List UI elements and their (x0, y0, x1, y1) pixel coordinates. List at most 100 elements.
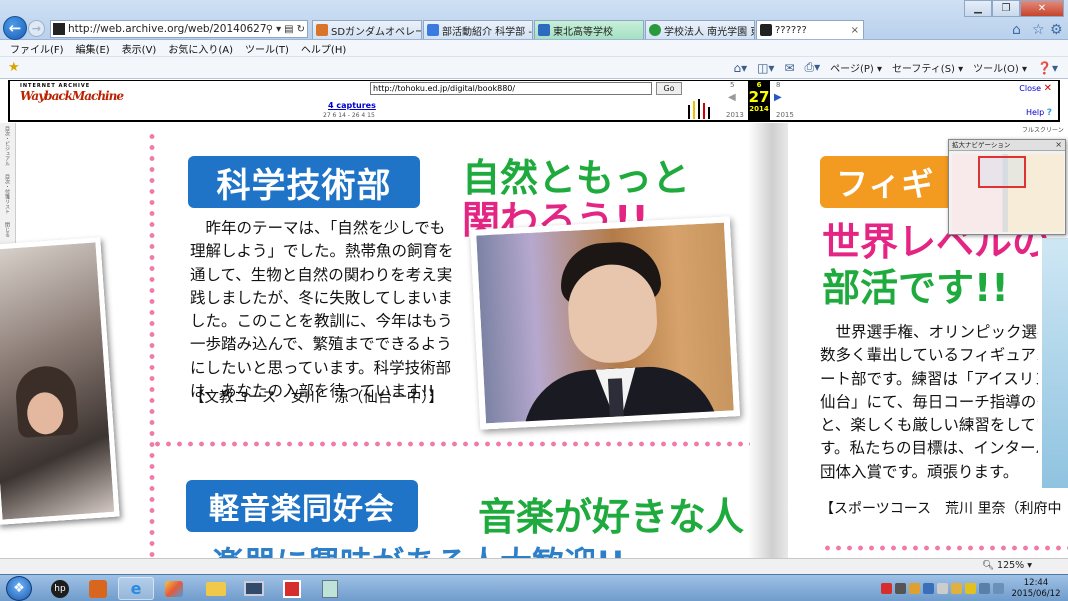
wayback-url-input[interactable]: http://tohoku.ed.jp/digital/book880/ (370, 82, 652, 95)
tray-app-icon[interactable] (937, 583, 948, 594)
wayback-close-link[interactable]: Close ✕ (1019, 83, 1052, 94)
taskbar-hp-app[interactable]: hp (42, 577, 78, 600)
dotted-divider-vertical (149, 131, 155, 558)
network-icon[interactable] (979, 583, 990, 594)
fullscreen-button[interactable]: フルスクリーン (1022, 125, 1064, 134)
club-members-photo (0, 237, 120, 525)
ime-icon[interactable] (895, 583, 906, 594)
menu-tools[interactable]: ツール(T) (245, 41, 289, 56)
taskbar: ❖ hp e 12:44 2015/06/12 (0, 574, 1068, 601)
skater-photo (1038, 238, 1068, 488)
menu-favorites[interactable]: お気に入り(A) (168, 41, 233, 56)
tab-sd-gundam[interactable]: SDガンダムオペレー... (312, 20, 422, 39)
tab-active[interactable]: ?????? × (756, 20, 864, 39)
forward-button[interactable]: → (28, 20, 45, 37)
side-tab-bookmark-list[interactable]: 目次・付箋リスト (4, 174, 11, 219)
tab-close-icon[interactable]: × (851, 25, 859, 36)
help-icon[interactable]: ❓▾ (1037, 61, 1058, 75)
mail-icon[interactable]: ✉ (784, 61, 794, 75)
zoom-level[interactable]: 🔍︎ 125% ▾ (982, 560, 1032, 571)
flag-icon[interactable] (965, 583, 976, 594)
current-capture-date: 6 27 2014 (748, 81, 770, 121)
nav-panel-thumbnail[interactable] (952, 154, 1064, 232)
student-portrait-photo (469, 216, 741, 430)
home-icon[interactable]: ⌂ (1012, 22, 1021, 38)
zoom-navigation-panel[interactable]: 拡大ナビゲーション × (948, 139, 1066, 235)
taskbar-media-app[interactable] (236, 577, 272, 600)
menu-edit[interactable]: 編集(E) (76, 41, 110, 56)
prev-year[interactable]: 2013 (726, 111, 744, 119)
menu-help[interactable]: ヘルプ(H) (301, 41, 346, 56)
nav-panel-close-icon[interactable]: × (1055, 140, 1062, 149)
tab-favicon-icon (538, 24, 550, 36)
add-favorites-star-icon[interactable]: ★ (8, 60, 20, 75)
club-label-science: 科学技術部 (188, 156, 420, 208)
side-tab-visual-index[interactable]: 目次・ビジュアル (4, 126, 11, 171)
club-subline-light-music: 楽器に興味がある人大歓迎!! (212, 538, 625, 558)
google-favicon-icon (427, 24, 439, 36)
taskbar-red-app[interactable] (274, 577, 310, 600)
prev-capture-arrow-icon[interactable]: ◀ (728, 92, 736, 103)
safety-menu[interactable]: セーフティ(S) ▾ (892, 60, 963, 75)
taskbar-paint-app[interactable] (156, 577, 192, 600)
address-input[interactable]: http://web.archive.org/web/2014062712224 (68, 23, 266, 35)
volume-icon[interactable] (993, 583, 1004, 594)
dotted-divider-horizontal-right (822, 545, 1068, 551)
tab-tohoku-school[interactable]: 東北高等学校 (534, 20, 644, 39)
dropdown-icon[interactable]: ▾ (276, 24, 281, 35)
menu-view[interactable]: 表示(V) (122, 41, 157, 56)
taskbar-document-app[interactable] (312, 577, 348, 600)
arrow-left-icon: ← (8, 19, 22, 37)
tray-app-icon[interactable] (881, 583, 892, 594)
tray-app-icon[interactable] (951, 583, 962, 594)
window-controls: ▁ ❐ ✕ (964, 0, 1064, 17)
refresh-icon[interactable]: ↻ (297, 24, 305, 35)
next-year[interactable]: 2015 (776, 111, 794, 119)
capture-sparkline[interactable] (686, 99, 712, 119)
minimize-button[interactable]: ▁ (964, 0, 992, 17)
tab-nanko-gakuen[interactable]: 学校法人 南光学園 東... (645, 20, 755, 39)
rss-feed-icon[interactable]: ◫▾ (757, 61, 774, 75)
nav-viewport-frame[interactable] (978, 156, 1026, 188)
next-capture-arrow-icon[interactable]: ▶ (774, 92, 782, 103)
gear-icon[interactable]: ⚙ (1050, 22, 1063, 38)
home-icon[interactable]: ⌂▾ (733, 61, 747, 75)
page-viewport[interactable]: 目次・ビジュアル 目次・付箋リスト 閉じる 科学技術部 自然ともっと 関わろう!!… (0, 123, 1068, 558)
page-menu[interactable]: ページ(P) ▾ (830, 60, 882, 75)
start-button[interactable]: ❖ (6, 576, 32, 601)
taskbar-internet-explorer[interactable]: e (118, 577, 154, 600)
wayback-logo[interactable]: INTERNET ARCHIVE WaybackMachine (20, 83, 124, 119)
taskbar-file-explorer[interactable] (198, 577, 234, 600)
compat-view-icon[interactable]: ▤ (284, 24, 293, 35)
prev-month[interactable]: 5 (730, 81, 734, 89)
taskbar-office-app[interactable] (80, 577, 116, 600)
back-button[interactable]: ← (3, 16, 27, 40)
restore-button[interactable]: ❐ (992, 0, 1020, 17)
address-bar[interactable]: http://web.archive.org/web/2014062712224… (50, 20, 308, 38)
next-month[interactable]: 8 (776, 81, 780, 89)
search-icon[interactable]: ⚲ (266, 24, 273, 35)
page-gutter (748, 123, 788, 558)
wayback-help-link[interactable]: Help ? (1026, 108, 1052, 118)
wayback-go-button[interactable]: Go (656, 82, 682, 95)
help-icon: ? (1046, 108, 1052, 118)
print-icon[interactable]: ⎙▾ (805, 60, 821, 75)
club-headline-figure-skating-2: 部活です!! (822, 266, 1009, 310)
browser-title-bar: ← → http://web.archive.org/web/201406271… (0, 0, 1068, 40)
favorites-star-icon[interactable]: ☆ (1032, 22, 1045, 38)
tab-science-club[interactable]: 部活動紹介 科学部 - ... (423, 20, 533, 39)
tools-menu[interactable]: ツール(O) ▾ (973, 60, 1027, 75)
close-window-button[interactable]: ✕ (1020, 0, 1064, 17)
dotted-divider-horizontal (152, 441, 750, 447)
system-tray: 12:44 2015/06/12 (881, 577, 1064, 600)
tray-app-icon[interactable] (923, 583, 934, 594)
menu-file[interactable]: ファイル(F) (10, 41, 64, 56)
menu-bar: ファイル(F) 編集(E) 表示(V) お気に入り(A) ツール(T) ヘルプ(… (0, 40, 1068, 57)
tray-app-icon[interactable] (909, 583, 920, 594)
club-label-light-music: 軽音楽同好会 (186, 480, 418, 532)
taskbar-clock[interactable]: 12:44 2015/06/12 (1008, 578, 1064, 600)
close-x-icon: ✕ (1043, 83, 1052, 94)
tab-favicon-icon (316, 24, 328, 36)
folder-icon (206, 581, 226, 596)
captures-link[interactable]: 4 captures (328, 101, 376, 110)
